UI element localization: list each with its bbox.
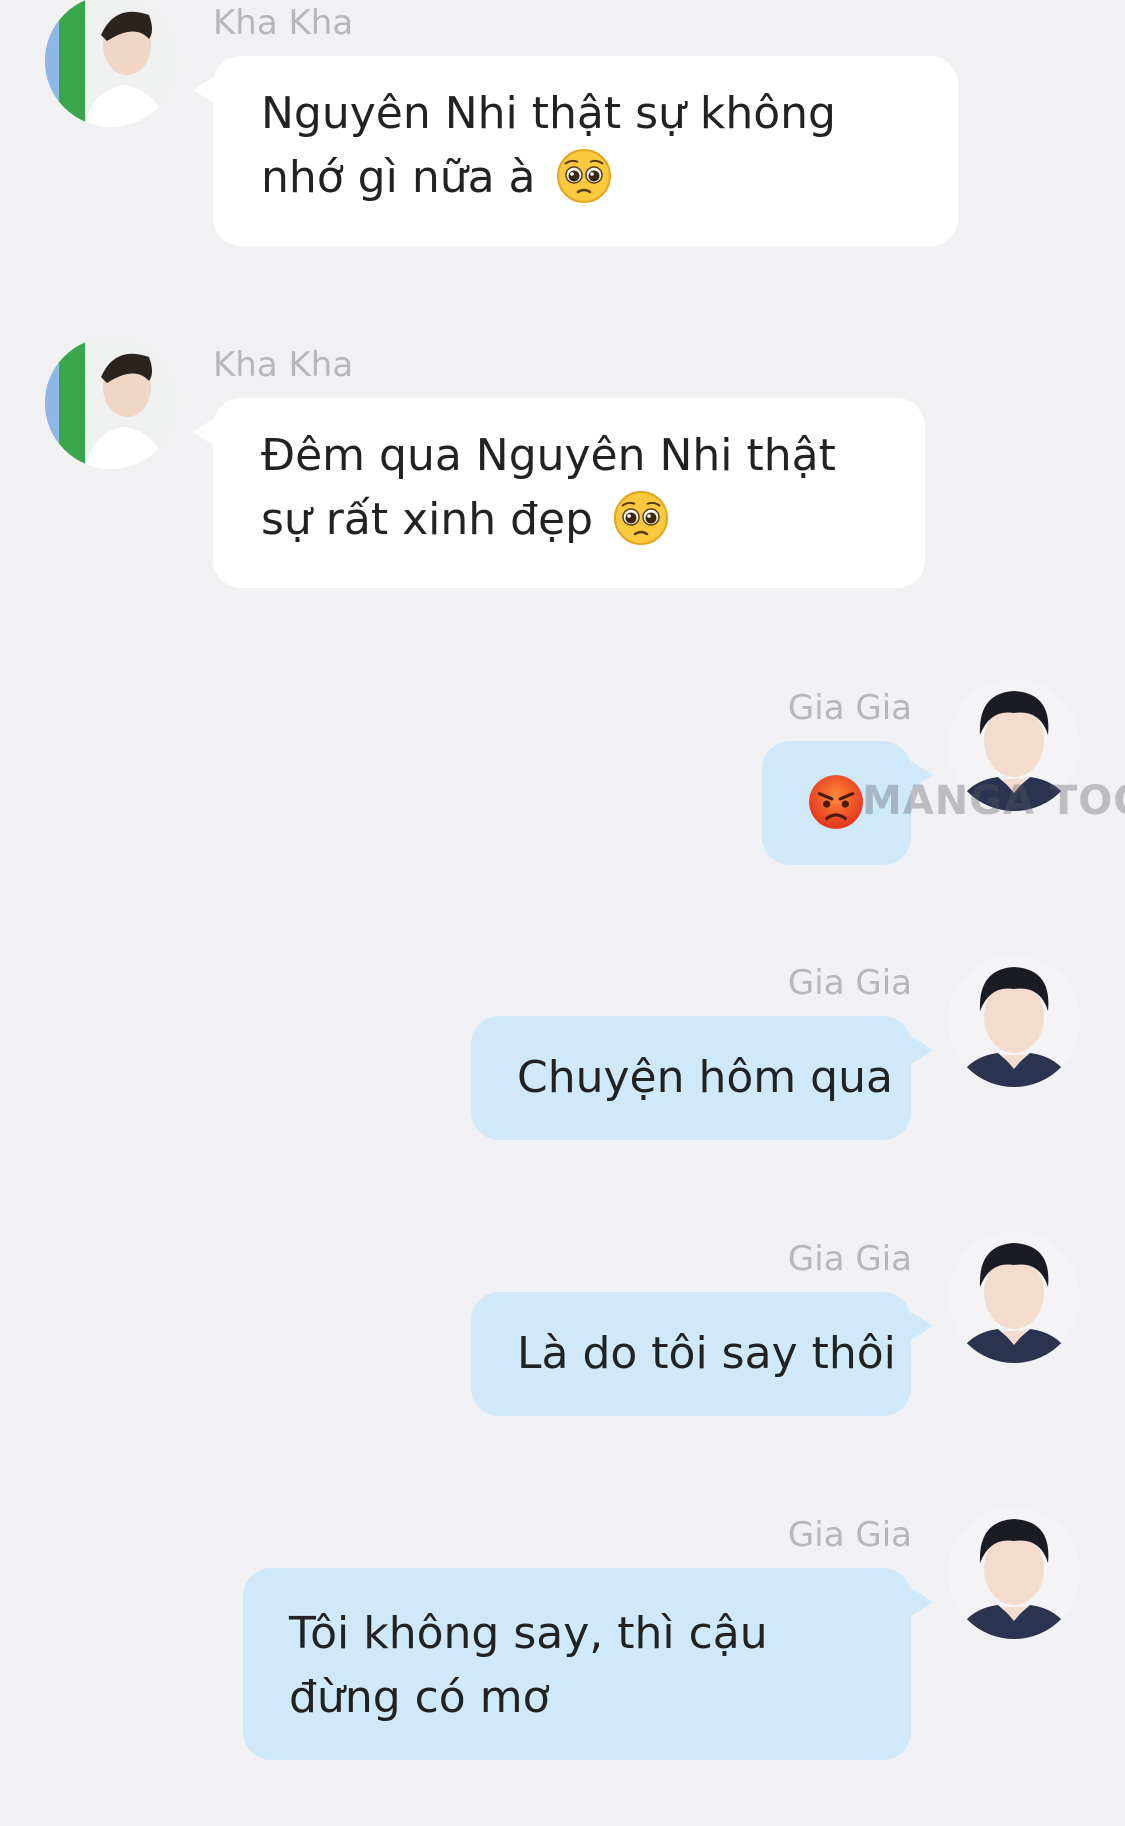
bubble-tail bbox=[193, 76, 215, 104]
avatar-gia-gia[interactable] bbox=[948, 955, 1080, 1087]
bubble-tail bbox=[911, 1036, 933, 1064]
bubble-tail bbox=[911, 1588, 933, 1616]
sender-name: Gia Gia bbox=[787, 688, 912, 728]
message-text: Nguyên Nhi thật sự không nhớ gì nữa à bbox=[261, 88, 836, 203]
sender-name: Gia Gia bbox=[787, 963, 912, 1003]
pleading-face-emoji bbox=[556, 149, 611, 203]
sender-name: Gia Gia bbox=[787, 1239, 912, 1279]
message-bubble[interactable]: Đêm qua Nguyên Nhi thật sự rất xinh đẹp bbox=[193, 398, 925, 588]
message-bubble[interactable]: Tôi không say, thì cậu đừng có mơ bbox=[243, 1568, 933, 1760]
avatar-gia-gia[interactable] bbox=[948, 1231, 1080, 1363]
message-text: Là do tôi say thôi bbox=[517, 1328, 896, 1379]
angry-face-emoji bbox=[809, 775, 863, 829]
message-bubble[interactable]: Chuyện hôm qua bbox=[471, 1016, 933, 1140]
sender-name: Kha Kha bbox=[213, 3, 354, 43]
avatar-gia-gia[interactable] bbox=[948, 1507, 1080, 1639]
avatar-kha-kha[interactable] bbox=[45, 337, 177, 469]
sender-name: Kha Kha bbox=[213, 345, 354, 385]
message-text: Đêm qua Nguyên Nhi thật sự rất xinh đẹp bbox=[261, 430, 836, 545]
bubble-tail bbox=[911, 1312, 933, 1340]
watermark: MANGA TOON bbox=[862, 778, 1125, 824]
sender-name: Gia Gia bbox=[787, 1515, 912, 1555]
avatar-kha-kha[interactable] bbox=[45, 0, 177, 127]
message-text: Chuyện hôm qua bbox=[517, 1052, 893, 1103]
message-bubble[interactable]: Là do tôi say thôi bbox=[471, 1292, 933, 1416]
bubble-tail bbox=[193, 418, 215, 446]
pleading-face-emoji bbox=[614, 491, 669, 545]
message-bubble[interactable]: Nguyên Nhi thật sự không nhớ gì nữa à bbox=[193, 56, 958, 246]
message-text: Tôi không say, thì cậu đừng có mơ bbox=[289, 1608, 768, 1723]
